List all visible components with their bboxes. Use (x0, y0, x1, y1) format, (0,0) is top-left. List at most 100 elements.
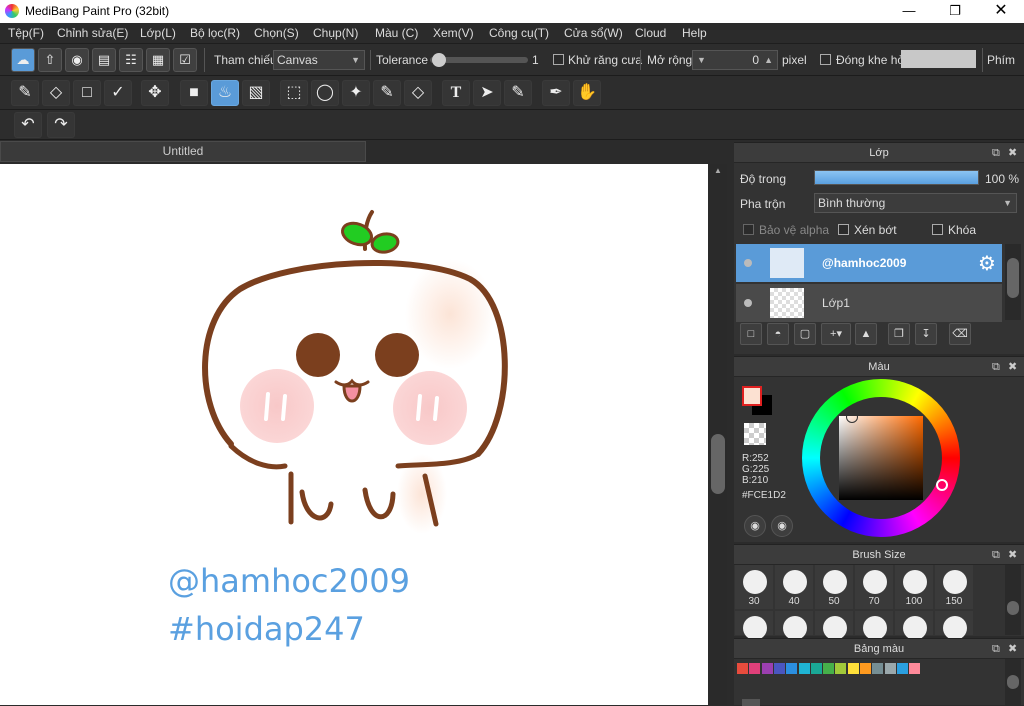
divide-tool-icon[interactable]: ✎ (504, 80, 532, 106)
popout-icon[interactable]: ⧉ (992, 143, 1000, 163)
tolerance-slider-handle[interactable] (431, 53, 446, 67)
menu-tools[interactable]: Công cụ(T) (489, 26, 549, 40)
brush-size-option[interactable] (735, 611, 773, 640)
duplicate-layer-icon[interactable]: ❐ (888, 323, 910, 345)
hue-ring[interactable] (802, 379, 960, 537)
new-8bit-layer-icon[interactable]: ▢ (794, 323, 816, 345)
color-swatch[interactable] (786, 663, 798, 674)
close-button[interactable]: ✕ (978, 0, 1024, 23)
scrollbar-thumb[interactable] (1007, 675, 1019, 689)
color-swatch[interactable] (737, 663, 748, 674)
menu-select[interactable]: Chọn(S) (254, 26, 299, 40)
clipping-checkbox[interactable] (838, 224, 849, 235)
menu-edit[interactable]: Chỉnh sửa(E) (57, 26, 128, 40)
foreground-color-swatch[interactable] (742, 386, 762, 406)
color-swatch[interactable] (884, 663, 896, 674)
add-layer-dropdown-icon[interactable]: +▾ (821, 323, 851, 345)
color-swatch[interactable] (872, 663, 884, 674)
merge-down-icon[interactable]: ↧ (915, 323, 937, 345)
trash-icon[interactable]: ⌫ (949, 323, 971, 345)
chevron-up-icon[interactable]: ▲ (764, 51, 773, 69)
color-swatch[interactable] (761, 663, 773, 674)
visibility-icon[interactable] (744, 299, 752, 307)
operation-tool-icon[interactable]: ➤ (473, 80, 501, 106)
color-swatch[interactable] (810, 663, 822, 674)
menu-window[interactable]: Cửa sổ(W) (564, 26, 623, 40)
color-swatch[interactable] (835, 663, 847, 674)
color-swatch[interactable] (773, 663, 785, 674)
lasso-tool-icon[interactable]: ◯ (311, 80, 339, 106)
checklist-icon[interactable]: ☑ (173, 48, 197, 72)
sv-picker-handle[interactable] (846, 411, 858, 423)
color-swatch[interactable] (749, 663, 761, 674)
scrollbar-thumb[interactable] (1007, 601, 1019, 615)
color-swatch[interactable] (847, 663, 859, 674)
comment-icon[interactable]: ◉ (65, 48, 89, 72)
document-icon[interactable]: ☷ (119, 48, 143, 72)
lock-checkbox[interactable] (932, 224, 943, 235)
layers-scrollbar[interactable] (1005, 244, 1021, 320)
protect-alpha-checkbox[interactable] (743, 224, 754, 235)
share-icon[interactable]: ⇧ (38, 48, 62, 72)
new-layer-icon[interactable]: □ (740, 323, 762, 345)
menu-snap[interactable]: Chụp(N) (313, 26, 358, 40)
panel-layout-icon[interactable]: ▦ (146, 48, 170, 72)
brush-size-option[interactable]: 50 (815, 565, 853, 609)
hue-picker-handle[interactable] (936, 479, 948, 491)
menu-layer[interactable]: Lớp(L) (140, 26, 176, 40)
palette-scrollbar[interactable] (1005, 659, 1021, 706)
popout-icon[interactable]: ⧉ (992, 357, 1000, 377)
color-history-icon[interactable]: ◉ (771, 515, 793, 537)
brush-size-option[interactable]: 30 (735, 565, 773, 609)
brush-size-option[interactable] (815, 611, 853, 640)
popout-icon[interactable]: ⧉ (992, 545, 1000, 565)
eraser-tool-icon[interactable]: ◇ (42, 80, 70, 106)
close-icon[interactable]: ✖ (1008, 357, 1017, 377)
menu-cloud[interactable]: Cloud (635, 26, 666, 40)
close-gap-level-bar[interactable] (901, 50, 976, 68)
new-halftone-layer-icon[interactable]: ◓ (767, 323, 789, 345)
brush-size-option[interactable] (895, 611, 933, 640)
brush-tool-icon[interactable]: ✎ (11, 80, 39, 106)
scroll-up-icon[interactable]: ▲ (714, 166, 722, 175)
brush-size-option[interactable]: 40 (775, 565, 813, 609)
canvas-vertical-scrollbar[interactable]: ▲ (709, 164, 727, 705)
close-icon[interactable]: ✖ (1008, 545, 1017, 565)
menu-help[interactable]: Help (682, 26, 707, 40)
select-pen-tool-icon[interactable]: ✎ (373, 80, 401, 106)
color-swatch[interactable] (823, 663, 835, 674)
scrollbar-thumb[interactable] (1007, 258, 1019, 298)
speech-bubble-icon[interactable]: ▤ (92, 48, 116, 72)
brush-size-option[interactable] (775, 611, 813, 640)
move-tool-icon[interactable]: ✥ (141, 80, 169, 106)
keys-label[interactable]: Phím (987, 53, 1015, 67)
drawing-canvas[interactable]: @hamhoc2009 #hoidap247 (0, 164, 708, 705)
scrollbar-thumb[interactable] (711, 434, 725, 494)
color-swatch[interactable] (860, 663, 871, 674)
redo-icon[interactable]: ↷ (47, 112, 75, 138)
brush-size-option[interactable] (935, 611, 973, 640)
saturation-value-square[interactable] (839, 416, 923, 500)
close-icon[interactable]: ✖ (1008, 143, 1017, 163)
color-palette-icon[interactable]: ◉ (744, 515, 766, 537)
cloud-icon[interactable]: ☁ (11, 48, 35, 72)
text-tool-icon[interactable]: T (442, 80, 470, 106)
brush-size-scrollbar[interactable] (1005, 565, 1021, 635)
menu-filter[interactable]: Bộ lọc(R) (190, 26, 240, 40)
select-rect-tool-icon[interactable]: ⬚ (280, 80, 308, 106)
close-gap-checkbox[interactable] (820, 54, 831, 65)
chevron-down-icon[interactable]: ▼ (697, 51, 706, 69)
transparent-color-swatch[interactable] (744, 423, 766, 445)
gradient-tool-icon[interactable]: ▧ (242, 80, 270, 106)
menu-file[interactable]: Tệp(F) (8, 26, 44, 40)
folder-icon[interactable]: ▲ (855, 323, 877, 345)
brush-size-option[interactable]: 70 (855, 565, 893, 609)
brush-size-option[interactable]: 100 (895, 565, 933, 609)
dot-tool-icon[interactable]: □ (73, 80, 101, 106)
visibility-icon[interactable] (744, 259, 752, 267)
gear-icon[interactable]: ⚙ (978, 251, 996, 276)
maximize-button[interactable]: ❐ (932, 0, 978, 23)
eyedropper-tool-icon[interactable]: ✒ (542, 80, 570, 106)
antialias-checkbox[interactable] (553, 54, 564, 65)
fill-shape-tool-icon[interactable]: ■ (180, 80, 208, 106)
